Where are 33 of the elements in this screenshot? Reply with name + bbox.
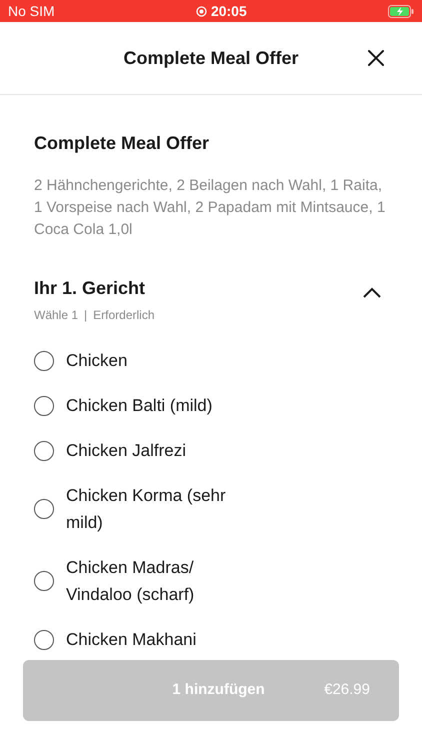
option-row[interactable]: Chicken Korma (sehr mild) — [34, 473, 388, 545]
radio-button[interactable] — [34, 499, 54, 519]
rule-text: Wähle 1 — [34, 307, 78, 324]
radio-button[interactable] — [34, 440, 54, 460]
option-label: Chicken Jalfrezi — [66, 440, 187, 462]
option-label: Chicken Madras/ Vindaloo (scharf) — [66, 557, 196, 606]
carrier-text: No SIM — [8, 2, 55, 20]
option-label: Chicken Balti (mild) — [66, 395, 214, 417]
separator-text: | — [84, 307, 88, 324]
radio-button[interactable] — [34, 396, 54, 416]
offer-description: 2 Hähnchengerichte, 2 Beilagen nach Wahl, 1 Raita, 1 Vorspeise nach Wahl, 2 Papadam mit Mintsauce, 1 Coca Cola 1,0l — [34, 176, 386, 240]
close-icon — [367, 49, 385, 67]
location-icon — [196, 6, 207, 16]
offer-title: Complete Meal Offer — [34, 132, 210, 155]
requirement-text: Erforderlich — [93, 307, 155, 324]
option-row[interactable]: Chicken Makhani — [34, 617, 388, 662]
collapse-button[interactable] — [362, 287, 382, 299]
section-title: Ihr 1. Gericht — [34, 277, 146, 300]
chevron-icon — [362, 287, 382, 299]
radio-button[interactable] — [34, 630, 54, 650]
header-title: Complete Meal Offer — [123, 46, 299, 70]
option-row[interactable]: Chicken Madras/ Vindaloo (scharf) — [34, 545, 388, 617]
clock-text: 20:05 — [210, 2, 247, 20]
option-label: Chicken Makhani — [66, 629, 198, 651]
option-label: Chicken — [66, 350, 128, 372]
radio-button[interactable] — [34, 571, 54, 591]
option-row[interactable]: Chicken Jalfrezi — [34, 428, 388, 473]
option-label: Chicken Korma (sehr mild) — [66, 485, 227, 534]
option-row[interactable]: Chicken Balti (mild) — [34, 383, 388, 428]
battery-icon — [388, 4, 414, 18]
radio-button[interactable] — [34, 350, 54, 370]
option-row[interactable]: Chicken — [34, 338, 388, 383]
close-button[interactable] — [366, 48, 386, 68]
